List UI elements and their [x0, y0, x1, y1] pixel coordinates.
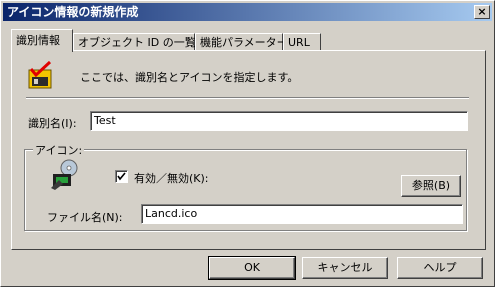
- cancel-button[interactable]: キャンセル: [302, 257, 388, 279]
- tab-panel: ここでは、識別名とアイコンを指定します。 識別名(I): Test アイコン: …: [11, 50, 486, 250]
- close-button[interactable]: ×: [474, 5, 490, 19]
- tab-label: 機能パラメーター: [200, 36, 288, 49]
- filename-label: ファイル名(N):: [47, 211, 123, 224]
- filename-input[interactable]: Lancd.ico: [141, 204, 463, 224]
- tab-label: URL: [288, 36, 310, 49]
- tab-label: 識別情報: [16, 34, 60, 47]
- browse-button-label: 参照(B): [411, 179, 451, 192]
- dialog-window: アイコン情報の新規作成 × 識別情報 オブジェクト ID の一覧 機能パラメータ…: [0, 0, 495, 287]
- checkmark-icon: [117, 172, 126, 181]
- filename-value: Lancd.ico: [145, 207, 198, 220]
- help-button-label: ヘルプ: [423, 261, 457, 274]
- tab-function-parameters[interactable]: 機能パラメーター: [195, 33, 288, 51]
- identifier-label: 識別名(I):: [28, 117, 77, 130]
- cancel-button-label: キャンセル: [317, 261, 373, 274]
- divider: [26, 97, 469, 99]
- window-title: アイコン情報の新規作成: [7, 5, 139, 19]
- icon-group-caption: アイコン:: [33, 142, 85, 158]
- tab-object-id-list[interactable]: オブジェクト ID の一覧: [73, 33, 196, 51]
- enable-checkbox[interactable]: [115, 170, 128, 183]
- ok-button-label: OK: [244, 261, 260, 274]
- icon-groupbox: アイコン: 有効／無効(K): 参照(B) ファイル名(N): Lancd.ic…: [24, 142, 467, 231]
- help-button[interactable]: ヘルプ: [397, 257, 483, 279]
- enable-checkbox-label: 有効／無効(K):: [134, 172, 209, 185]
- checklist-icon: [28, 61, 52, 89]
- tab-identification[interactable]: 識別情報: [11, 29, 73, 52]
- application-icon: [51, 159, 78, 190]
- browse-button[interactable]: 参照(B): [401, 175, 461, 197]
- tab-label: オブジェクト ID の一覧: [78, 36, 196, 49]
- page-description: ここでは、識別名とアイコンを指定します。: [80, 71, 299, 84]
- title-bar[interactable]: アイコン情報の新規作成 ×: [3, 3, 492, 21]
- identifier-value: Test: [94, 114, 116, 127]
- identifier-input[interactable]: Test: [90, 111, 468, 131]
- tab-strip: 識別情報 オブジェクト ID の一覧 機能パラメーター URL: [11, 29, 486, 52]
- close-icon: ×: [477, 5, 487, 18]
- ok-button[interactable]: OK: [208, 256, 296, 280]
- tab-url[interactable]: URL: [283, 33, 321, 51]
